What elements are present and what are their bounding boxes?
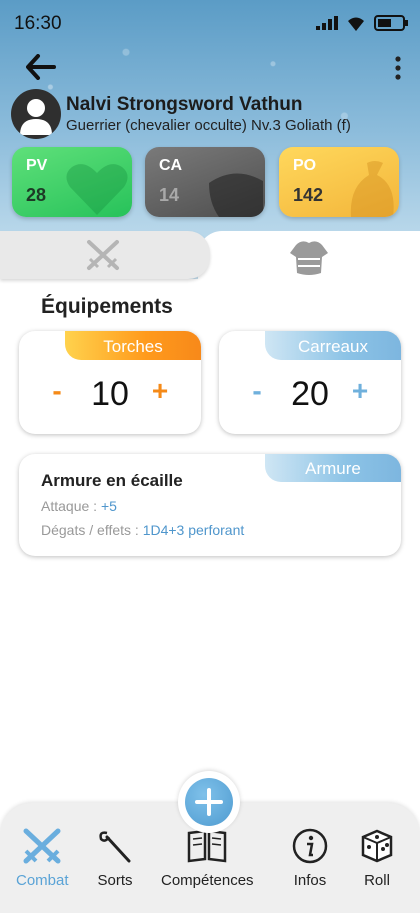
counter-card-torches: Torches - 10 + xyxy=(19,331,201,434)
attack-value: +5 xyxy=(100,498,117,514)
decrement-button[interactable]: - xyxy=(243,376,271,406)
status-bar: 16:30 xyxy=(0,0,420,46)
counter-tag: Torches xyxy=(65,331,201,360)
fab-circle xyxy=(185,778,233,826)
stat-card-ca[interactable]: CA 14 xyxy=(145,147,265,217)
stat-card-pv[interactable]: PV 28 xyxy=(12,147,132,217)
status-icons xyxy=(316,15,408,31)
coin-bag-icon xyxy=(350,161,394,217)
nav-label: Compétences xyxy=(161,872,254,889)
stat-value: 14 xyxy=(159,185,180,205)
more-vertical-icon xyxy=(395,56,401,80)
nav-label: Infos xyxy=(293,872,327,889)
character-subtitle: Guerrier (chevalier occulte) Nv.3 Goliat… xyxy=(66,117,351,134)
plus-icon xyxy=(195,788,223,816)
equipment-item-card[interactable]: Armure Armure en écaille Attaque : +5 Dé… xyxy=(19,454,401,556)
nav-item-sorts[interactable]: Sorts xyxy=(97,827,133,889)
stat-label: PO xyxy=(293,157,317,174)
heart-icon xyxy=(66,164,128,215)
nav-item-combat[interactable]: Combat xyxy=(16,827,69,889)
counter-value: 20 xyxy=(291,375,329,413)
item-name: Armure en écaille xyxy=(41,471,183,490)
wifi-icon xyxy=(348,17,364,31)
back-arrow-icon xyxy=(26,54,56,80)
info-icon xyxy=(292,828,328,864)
status-time: 16:30 xyxy=(14,13,62,34)
dice-icon xyxy=(361,829,393,863)
item-type-tag: Armure xyxy=(265,454,401,482)
item-damage: Dégats / effets : 1D4+3 perforant xyxy=(41,522,244,538)
increment-button[interactable]: + xyxy=(346,376,374,406)
stat-label: CA xyxy=(159,157,183,174)
battery-icon xyxy=(374,15,408,31)
character-name: Nalvi Strongsword Vathun xyxy=(66,94,303,115)
shield-icon xyxy=(209,173,263,217)
crossed-swords-icon xyxy=(87,240,119,270)
avatar[interactable] xyxy=(11,89,61,139)
nav-label: Combat xyxy=(16,872,69,889)
back-button[interactable] xyxy=(26,54,58,82)
tab-equipment[interactable] xyxy=(198,231,420,291)
attack-label: Attaque : xyxy=(41,498,98,514)
counter-tag: Carreaux xyxy=(265,331,401,360)
counter-card-carreaux: Carreaux - 20 + xyxy=(219,331,401,434)
counter-value: 10 xyxy=(91,375,129,413)
armor-icon xyxy=(290,241,328,275)
stat-card-po[interactable]: PO 142 xyxy=(279,147,399,217)
nav-item-competences[interactable]: Compétences xyxy=(161,827,254,889)
user-icon xyxy=(20,99,52,135)
crossed-swords-icon xyxy=(23,828,61,864)
add-fab-button[interactable] xyxy=(178,771,240,833)
increment-button[interactable]: + xyxy=(146,376,174,406)
stat-label: PV xyxy=(26,157,48,174)
tab-weapons[interactable] xyxy=(0,231,210,279)
damage-label: Dégats / effets : xyxy=(41,522,139,538)
damage-value: 1D4+3 perforant xyxy=(142,522,245,538)
nav-item-roll[interactable]: Roll xyxy=(357,827,397,889)
item-attack: Attaque : +5 xyxy=(41,498,117,514)
decrement-button[interactable]: - xyxy=(43,376,71,406)
section-title: Équipements xyxy=(41,295,173,318)
nav-label: Roll xyxy=(364,872,390,889)
nav-label: Sorts xyxy=(97,872,133,889)
stat-value: 28 xyxy=(26,185,47,205)
stat-value: 142 xyxy=(293,185,324,205)
more-menu-button[interactable] xyxy=(390,54,406,84)
signal-icon xyxy=(316,16,338,30)
wand-icon xyxy=(99,831,131,863)
nav-item-infos[interactable]: Infos xyxy=(291,827,329,889)
